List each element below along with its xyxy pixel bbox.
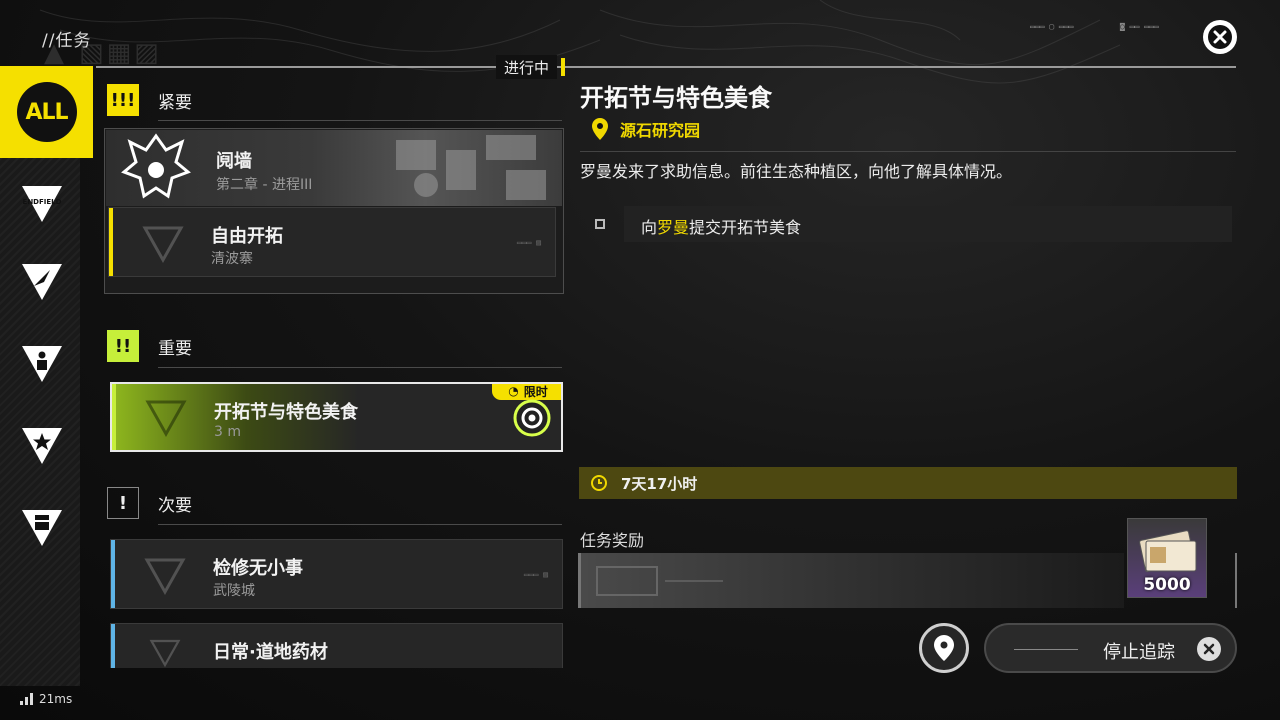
quest-location: 源石研究园 (592, 117, 700, 141)
clock-icon: ◔ (508, 384, 519, 398)
important-badge: !! (107, 330, 139, 362)
close-x-icon (1208, 25, 1232, 49)
in-progress-marker (561, 58, 565, 76)
endfield-icon: ENDFIELD (22, 186, 62, 222)
quest-accent-bar (111, 624, 115, 668)
time-remaining-bar: 7天17小时 (579, 467, 1237, 499)
group-header-urgent: !!! 紧要 (107, 84, 192, 116)
compass-icon (22, 264, 62, 300)
sidebar-item-explore[interactable] (18, 258, 66, 306)
header-mini-icons: ◙ ▭▭ ▭▭▭ (1120, 22, 1159, 31)
sidebar-list: ENDFIELD (0, 158, 80, 686)
chapter-emblem-icon (121, 133, 191, 199)
reward-strip (578, 553, 1124, 608)
quest-title: 日常·道地药材 (213, 642, 328, 663)
box-emblem-icon (149, 639, 181, 668)
quest-location-text: 源石研究园 (620, 121, 701, 140)
stop-tracking-label: 停止追踪 (1103, 642, 1175, 663)
map-pin-icon (934, 635, 954, 661)
quest-title: 开拓节与特色美食 (214, 402, 358, 423)
endfield-emblem-icon (144, 558, 186, 596)
quest-card-urgent-sub[interactable]: 自由开拓 清波寨 ▭▭▭ ▨ (108, 207, 556, 277)
important-label: 重要 (158, 338, 192, 359)
quest-card-minor-2[interactable]: 日常·道地药材 (110, 623, 563, 668)
box-icon (22, 510, 62, 546)
in-progress-label: 进行中 (496, 55, 558, 79)
signal-icon (20, 693, 33, 705)
person-icon (22, 346, 62, 382)
reward-label: 任务奖励 (580, 531, 645, 550)
location-pin-icon (592, 118, 608, 140)
quest-code-decoration: ▭▭▭ ▨ (516, 238, 541, 247)
mech-artwork (396, 135, 546, 200)
quest-title: 阋墙 (216, 151, 252, 172)
group-header-minor: ! 次要 (107, 487, 192, 519)
quest-description: 罗曼发来了求助信息。前往生态种植区，向他了解具体情况。 (580, 162, 1013, 181)
star-icon (22, 428, 62, 464)
endfield-emblem-icon (142, 226, 184, 264)
reward-crate-decoration (596, 566, 723, 596)
quest-subtitle: 武陵城 (213, 583, 255, 599)
close-button[interactable] (1203, 20, 1237, 54)
quest-subtitle: 清波寨 (211, 251, 253, 267)
page-title: //任务 (42, 31, 92, 51)
urgent-label: 紧要 (158, 92, 192, 113)
sidebar-item-character[interactable] (18, 340, 66, 388)
sidebar-all-label: ALL (16, 82, 77, 142)
sidebar-item-daily[interactable] (18, 504, 66, 552)
minor-divider (158, 524, 562, 525)
stop-tracking-line (1014, 649, 1078, 650)
quest-code-decoration: ▭▭▭ ▨ (523, 570, 548, 579)
track-target-icon[interactable] (512, 398, 552, 438)
svg-text:ENDFIELD: ENDFIELD (23, 198, 62, 206)
clock-icon (591, 475, 607, 491)
quest-detail-title: 开拓节与特色美食 (580, 84, 772, 112)
quest-card-important-1[interactable]: 开拓节与特色美食 3 m ◔ 限时 (110, 382, 563, 452)
quest-objective: 向罗曼提交开拓节美食 (580, 206, 1232, 242)
objective-text: 向罗曼提交开拓节美食 (641, 218, 802, 237)
sidebar-item-endfield[interactable]: ENDFIELD (18, 180, 66, 228)
endfield-emblem-icon (145, 400, 187, 438)
reward-quantity: 5000 (1143, 575, 1191, 595)
ping-value: 21ms (39, 692, 73, 706)
stop-tracking-button[interactable]: 停止追踪 (984, 623, 1237, 673)
header-mini-readout: ▭▭▭ ▢ ▭▭▭ (1030, 22, 1074, 31)
objective-checkbox (595, 219, 605, 229)
quest-card-urgent-main[interactable]: 阋墙 第二章 - 进程III (106, 130, 562, 206)
sidebar-item-all[interactable]: ALL (0, 66, 93, 158)
quest-accent-bar (109, 208, 113, 276)
header-divider (96, 66, 1236, 68)
detail-divider (580, 151, 1236, 152)
urgent-divider (158, 120, 562, 121)
quest-title: 自由开拓 (211, 226, 283, 247)
important-divider (158, 367, 562, 368)
minor-badge: ! (107, 487, 139, 519)
map-locate-button[interactable] (919, 623, 969, 673)
quest-accent-bar (111, 540, 115, 608)
reward-edge (1235, 553, 1237, 608)
minor-label: 次要 (158, 495, 192, 516)
network-ping: 21ms (20, 692, 72, 706)
reward-item-currency[interactable]: 5000 (1127, 518, 1207, 598)
category-sidebar: ALL ENDFIELD (0, 66, 93, 686)
quest-subtitle: 第二章 - 进程III (216, 177, 313, 193)
sidebar-item-event[interactable] (18, 422, 66, 470)
urgent-badge: !!! (107, 84, 139, 116)
quest-title: 检修无小事 (213, 558, 303, 579)
money-bundle-icon (1139, 530, 1197, 573)
time-remaining-text: 7天17小时 (621, 474, 698, 493)
group-header-important: !! 重要 (107, 330, 192, 362)
limited-time-label: 限时 (523, 384, 548, 399)
quest-card-minor-1[interactable]: 检修无小事 武陵城 ▭▭▭ ▨ (110, 539, 563, 609)
quest-subtitle: 3 m (214, 424, 241, 440)
quest-accent-bar (112, 384, 116, 450)
stop-close-icon (1197, 637, 1221, 661)
